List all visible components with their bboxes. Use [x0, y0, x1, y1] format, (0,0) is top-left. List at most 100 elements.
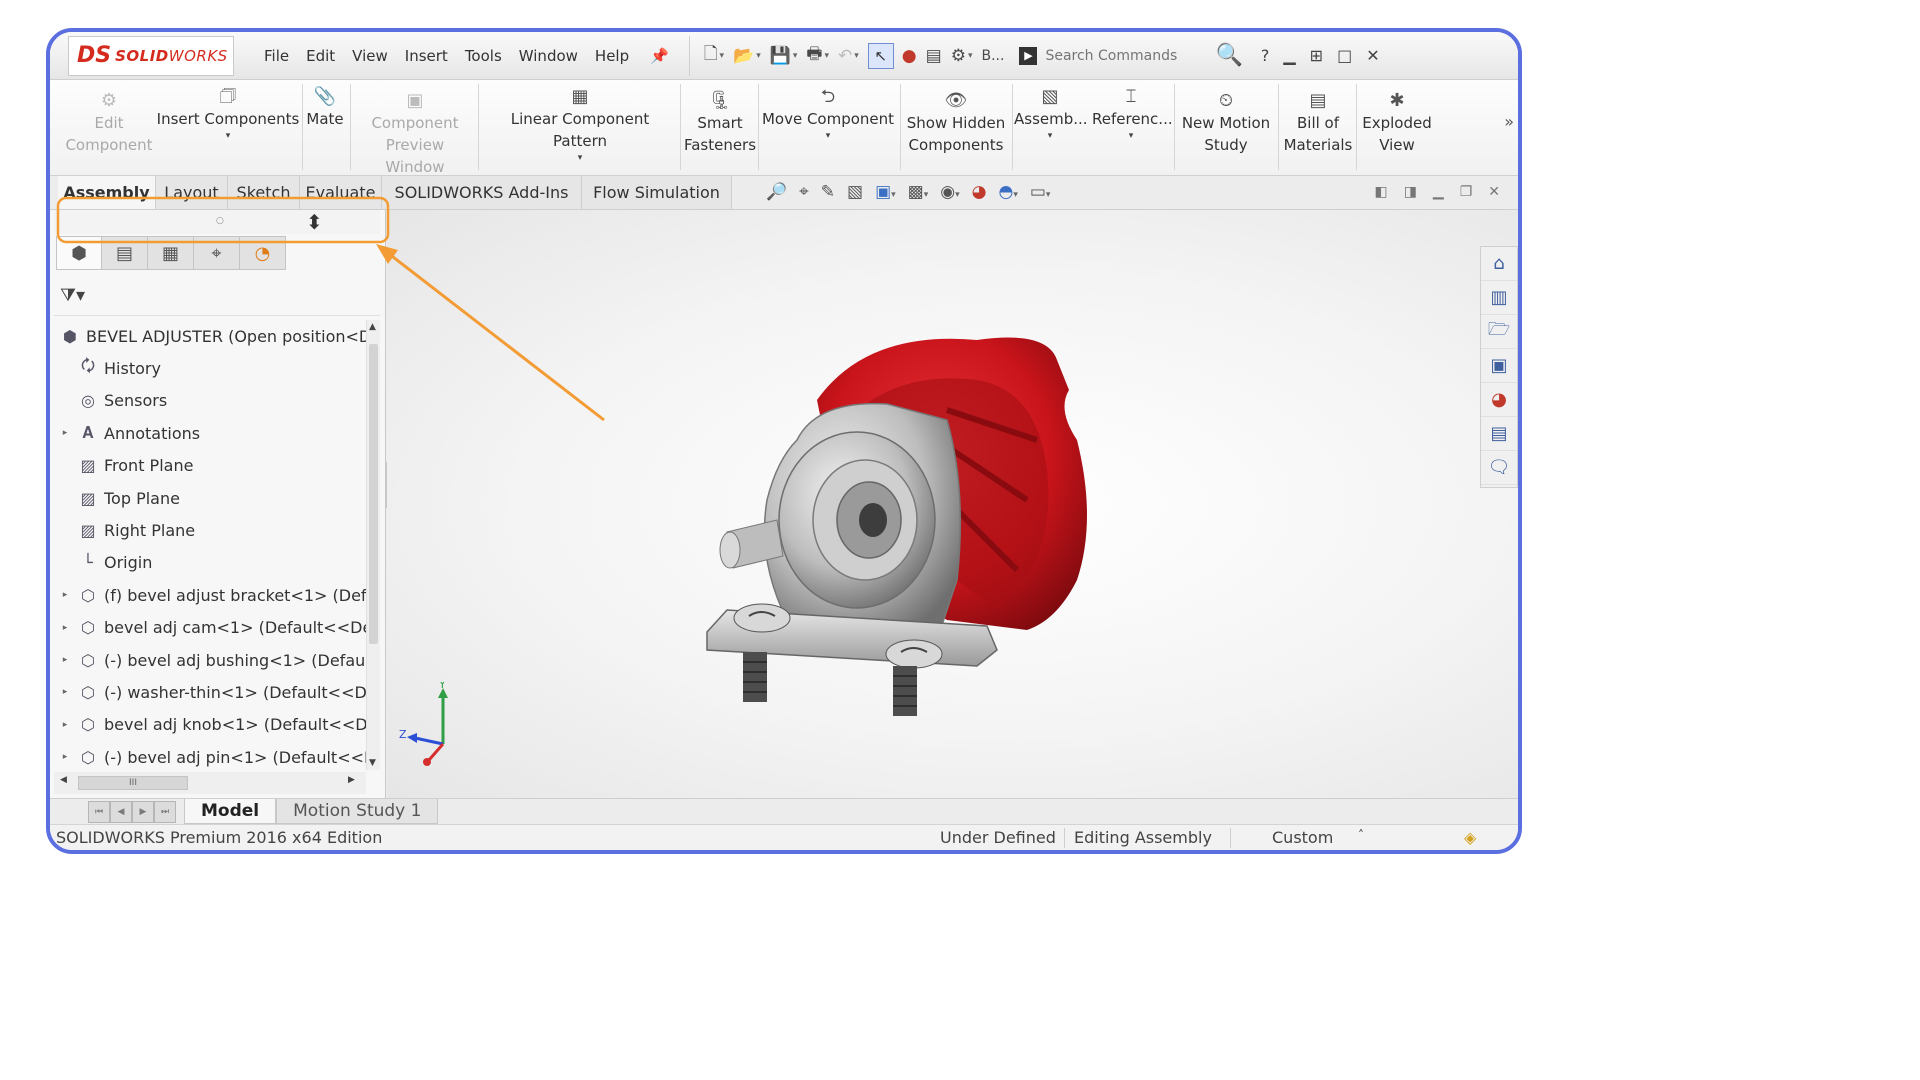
- next-tab-icon[interactable]: ▶: [132, 800, 154, 823]
- forum-icon[interactable]: 🗨: [1481, 451, 1517, 485]
- menu-help[interactable]: Help: [595, 47, 629, 65]
- tree-item[interactable]: ▸ ⬡ (-) washer-thin<1> (Default<<De: [54, 676, 366, 708]
- view-orientation-icon[interactable]: ▣▾: [875, 182, 896, 202]
- menu-view[interactable]: View: [352, 47, 388, 65]
- expand-arrow-icon[interactable]: ▸: [54, 590, 76, 600]
- tree-item[interactable]: ▸ ⬡ (f) bevel adjust bracket<1> (Defa: [54, 579, 366, 611]
- tree-item[interactable]: ▨ Top Plane: [54, 482, 366, 514]
- bottom-tab-model[interactable]: Model: [184, 799, 277, 824]
- ribbon-bill-of-materials-button[interactable]: ▤ Bill of Materials: [1282, 90, 1354, 156]
- tab-evaluate[interactable]: Evaluate: [300, 176, 382, 209]
- apply-scene-icon[interactable]: ◓▾: [998, 182, 1017, 202]
- solidworks-logo[interactable]: DS SOLIDWORKS: [68, 35, 234, 76]
- display-manager-tab-icon[interactable]: ◔: [240, 236, 286, 270]
- tree-item[interactable]: ▸ ⬡ (-) bevel adj bushing<1> (Defaul: [54, 644, 366, 676]
- tree-horizontal-scrollbar[interactable]: ◀ III ▶: [54, 772, 366, 794]
- tree-item[interactable]: 🗘 History: [54, 352, 366, 384]
- tree-item[interactable]: ▸ ⬡ bevel adj cam<1> (Default<<De: [54, 612, 366, 644]
- file-properties-icon[interactable]: ▤: [926, 46, 942, 66]
- menu-tools[interactable]: Tools: [465, 47, 502, 65]
- ribbon-show-hidden-button[interactable]: 👁 Show Hidden Components: [902, 90, 1010, 156]
- ribbon-edit-component-button[interactable]: ⚙ Edit Component: [58, 90, 160, 156]
- undo-icon[interactable]: ↶ ▾: [838, 46, 859, 66]
- ribbon-more-chevron-icon[interactable]: »: [1504, 112, 1514, 131]
- filter-icon[interactable]: ⧩▾: [60, 285, 85, 306]
- expand-arrow-icon[interactable]: ▸: [54, 623, 76, 633]
- scroll-down-icon[interactable]: ▼: [369, 758, 376, 768]
- doc-restore-icon[interactable]: ❐: [1460, 184, 1473, 200]
- panel-splitter-bar[interactable]: ○ ⬍: [54, 210, 380, 234]
- expand-arrow-icon[interactable]: ▸: [54, 687, 76, 697]
- menu-edit[interactable]: Edit: [306, 47, 335, 65]
- tile-icon[interactable]: ⊞: [1310, 46, 1323, 65]
- tree-item[interactable]: ▸ 𝐀 Annotations: [54, 417, 366, 449]
- tree-item[interactable]: ▨ Front Plane: [54, 450, 366, 482]
- search-commands-input[interactable]: [1045, 47, 1186, 64]
- design-library-icon[interactable]: ▥: [1481, 281, 1517, 315]
- prev-tab-icon[interactable]: ◀: [110, 800, 132, 823]
- doc-tile-right-icon[interactable]: ◨: [1404, 184, 1417, 200]
- first-tab-icon[interactable]: ⏮: [88, 800, 110, 823]
- ribbon-assembly-features-button[interactable]: ▧ Assemb... ▾: [1014, 86, 1088, 142]
- units-caret-icon[interactable]: ˄: [1358, 828, 1364, 842]
- options-gear-icon[interactable]: ⚙ ▾: [951, 46, 973, 66]
- bottom-tab-motion-study-1[interactable]: Motion Study 1: [276, 799, 439, 824]
- open-folder-icon[interactable]: 📂 ▾: [733, 46, 761, 66]
- status-units[interactable]: Custom: [1272, 828, 1333, 847]
- file-explorer-icon[interactable]: 🗁: [1481, 315, 1517, 349]
- ribbon-smart-fasteners-button[interactable]: 🗜 Smart Fasteners: [682, 90, 758, 156]
- bevel-adjuster-model[interactable]: [697, 320, 1117, 740]
- previous-view-icon[interactable]: ✎: [821, 182, 835, 202]
- dropdown-caret-icon[interactable]: ▾: [156, 130, 300, 142]
- ribbon-exploded-view-button[interactable]: ✱ Exploded View: [1358, 90, 1436, 156]
- solidworks-resources-home-icon[interactable]: ⌂: [1481, 247, 1517, 281]
- search-icon[interactable]: 🔍: [1215, 43, 1242, 68]
- edit-appearance-icon[interactable]: ◕: [972, 182, 987, 202]
- horizontal-scroll-thumb[interactable]: III: [78, 776, 188, 790]
- ribbon-insert-components-button[interactable]: 🗇 Insert Components ▾: [156, 86, 300, 142]
- tree-root-assembly[interactable]: ⬢ BEVEL ADJUSTER (Open position<D: [54, 320, 366, 352]
- custom-properties-icon[interactable]: ▤: [1481, 417, 1517, 451]
- doc-close-icon[interactable]: ✕: [1488, 184, 1500, 200]
- tree-item[interactable]: ▸ ⬡ bevel adj knob<1> (Default<<De: [54, 709, 366, 741]
- doc-minimize-icon[interactable]: ▁: [1433, 184, 1444, 200]
- tree-item[interactable]: ▸ ⬡ (-) bevel adj pin<1> (Default<<D: [54, 741, 366, 770]
- tab-flow-simulation[interactable]: Flow Simulation: [582, 176, 732, 209]
- expand-arrow-icon[interactable]: ▸: [54, 428, 76, 438]
- save-icon[interactable]: 💾 ▾: [770, 46, 798, 66]
- tree-vertical-scrollbar[interactable]: ▲ ▼: [366, 320, 380, 770]
- help-button[interactable]: ?: [1261, 46, 1270, 65]
- scroll-left-icon[interactable]: ◀: [60, 775, 67, 785]
- hide-show-items-icon[interactable]: ◉▾: [940, 182, 959, 202]
- feature-manager-tab-icon[interactable]: ⬢: [56, 236, 102, 270]
- tab-assembly[interactable]: Assembly: [58, 176, 156, 209]
- splitter-handle-icon[interactable]: ⬍: [306, 210, 323, 234]
- tab-sketch[interactable]: Sketch: [228, 176, 300, 209]
- print-icon[interactable]: 🖶 ▾: [806, 41, 829, 70]
- zoom-to-fit-icon[interactable]: 🔎: [766, 182, 787, 202]
- zoom-area-icon[interactable]: ⌖: [799, 182, 809, 202]
- property-manager-tab-icon[interactable]: ▤: [102, 236, 148, 270]
- ribbon-linear-pattern-button[interactable]: ▦ Linear Component Pattern ▾: [482, 86, 678, 164]
- appearances-icon[interactable]: ◕: [1481, 383, 1517, 417]
- expand-arrow-icon[interactable]: ▸: [54, 655, 76, 665]
- view-palette-icon[interactable]: ▣: [1481, 349, 1517, 383]
- pin-icon[interactable]: 📌: [650, 47, 669, 65]
- ribbon-reference-geometry-button[interactable]: ⌶ Referenc... ▾: [1092, 86, 1173, 142]
- graphics-area[interactable]: Y Z: [387, 210, 1518, 798]
- tab-layout[interactable]: Layout: [156, 176, 228, 209]
- ribbon-new-motion-study-button[interactable]: ⏲ New Motion Study: [1176, 90, 1276, 156]
- doc-tile-left-icon[interactable]: ◧: [1374, 184, 1387, 200]
- tree-item[interactable]: └ Origin: [54, 547, 366, 579]
- scroll-up-icon[interactable]: ▲: [369, 322, 376, 332]
- dropdown-caret-icon[interactable]: ▾: [1092, 130, 1170, 142]
- view-settings-icon[interactable]: ▭▾: [1030, 182, 1051, 202]
- dimxpert-manager-tab-icon[interactable]: ⌖: [194, 236, 240, 270]
- ribbon-component-preview-button[interactable]: ▣ Component Preview Window: [354, 90, 476, 178]
- expand-arrow-icon[interactable]: ▸: [54, 752, 76, 762]
- rebuild-indicator-icon[interactable]: ◈: [1464, 828, 1476, 847]
- configuration-manager-tab-icon[interactable]: ▦: [148, 236, 194, 270]
- menu-insert[interactable]: Insert: [405, 47, 448, 65]
- menu-file[interactable]: File: [264, 47, 289, 65]
- display-style-icon[interactable]: ▩▾: [908, 182, 929, 202]
